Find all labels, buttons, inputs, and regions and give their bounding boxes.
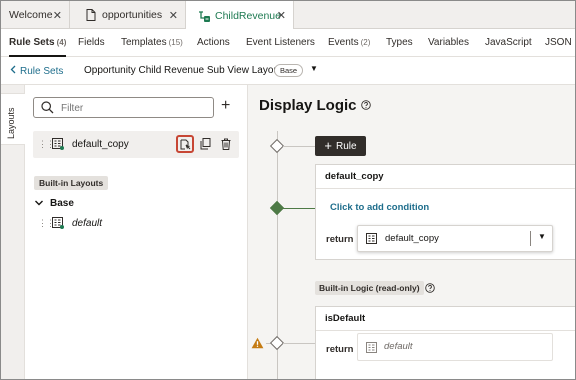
flow-node-diamond xyxy=(269,138,285,154)
layout-name: default_copy xyxy=(72,139,129,150)
rule-card-title: default_copy xyxy=(316,165,575,189)
display-logic-canvas: Display Logic + Rule default_copy Click … xyxy=(248,85,575,379)
flow-node-diamond xyxy=(269,335,285,351)
builtin-logic-badge: Built-in Logic (read-only) xyxy=(315,281,424,295)
subnav-fields[interactable]: Fields xyxy=(78,29,105,57)
return-layout-select[interactable]: default_copy ▼ xyxy=(357,225,553,252)
subnav-label: Fields xyxy=(78,37,105,48)
rule-button-label: Rule xyxy=(336,140,357,152)
layout-row-default-copy[interactable]: ⋮⋮ default_copy xyxy=(33,131,239,158)
subnav-javascript[interactable]: JavaScript xyxy=(485,29,532,57)
subnav-rule-sets[interactable]: Rule Sets (4) xyxy=(9,29,67,57)
editor-subnav: Rule Sets (4) Fields Templates (15) Action… xyxy=(1,29,575,57)
flow-node-diamond-active xyxy=(269,200,285,216)
plus-icon: + xyxy=(324,138,332,153)
select-value: default_copy xyxy=(385,233,439,244)
page-heading: Display Logic xyxy=(259,97,357,114)
divider xyxy=(530,231,531,246)
section-heading: Display Logic xyxy=(259,97,371,114)
layout-icon xyxy=(52,138,64,153)
chevron-down-icon[interactable]: ▼ xyxy=(310,64,318,73)
edit-layout-button[interactable] xyxy=(176,135,194,153)
layouts-panel: + ⋮⋮ default_copy Built-in Layouts Base xyxy=(25,85,248,379)
subnav-label: Templates xyxy=(121,37,167,48)
trash-icon xyxy=(221,138,231,150)
help-icon[interactable] xyxy=(425,283,435,296)
tab-label: opportunities xyxy=(102,9,163,21)
chevron-left-icon xyxy=(10,65,16,77)
breadcrumb: Rule Sets Opportunity Child Revenue Sub … xyxy=(1,57,575,85)
close-icon[interactable]: ✕ xyxy=(169,9,178,22)
subnav-label: JSON xyxy=(545,37,572,48)
layout-icon xyxy=(52,217,64,232)
editor-tab-bar: Welcome ✕ opportunities ✕ ChildRevenue ✕ xyxy=(1,1,575,30)
subnav-count: (2) xyxy=(360,38,371,47)
page-title: Opportunity Child Revenue Sub View Layou… xyxy=(84,65,282,76)
subnav-label: JavaScript xyxy=(485,37,532,48)
readonly-value: default xyxy=(384,341,413,352)
layout-icon xyxy=(366,342,377,356)
close-icon[interactable]: ✕ xyxy=(53,9,62,22)
subnav-event-listeners[interactable]: Event Listeners xyxy=(246,29,315,57)
subnav-label: Variables xyxy=(428,37,469,48)
subnav-events[interactable]: Events (2) xyxy=(328,29,370,57)
layout-row-default[interactable]: ⋮⋮ default xyxy=(33,213,239,235)
subnav-label: Event Listeners xyxy=(246,37,315,48)
flow-connector xyxy=(283,146,315,147)
rail-tab-label: Layouts xyxy=(6,107,16,139)
tab-welcome[interactable]: Welcome ✕ xyxy=(1,1,70,29)
subnav-label: Types xyxy=(386,37,413,48)
subnav-json[interactable]: JSON xyxy=(545,29,572,57)
subnav-types[interactable]: Types xyxy=(386,29,413,57)
tab-opportunities[interactable]: opportunities ✕ xyxy=(70,1,186,29)
file-icon xyxy=(86,9,96,21)
flow-connector xyxy=(283,343,315,344)
add-rule-button[interactable]: + Rule xyxy=(315,136,366,156)
add-layout-button[interactable]: + xyxy=(221,96,230,116)
delete-layout-button[interactable] xyxy=(217,135,235,153)
left-rail: Layouts xyxy=(1,85,25,379)
return-label: return xyxy=(326,344,354,355)
subnav-templates[interactable]: Templates (15) xyxy=(121,29,183,57)
builtin-card-title: isDefault xyxy=(316,307,575,331)
subnav-variables[interactable]: Variables xyxy=(428,29,469,57)
layout-name: default xyxy=(72,218,103,229)
close-icon[interactable]: ✕ xyxy=(277,9,286,22)
back-to-rule-sets-link[interactable]: Rule Sets xyxy=(10,65,63,77)
filter-field[interactable] xyxy=(33,97,214,118)
subnav-actions[interactable]: Actions xyxy=(197,29,230,57)
group-label: Base xyxy=(50,198,74,209)
return-label: return xyxy=(326,234,354,245)
builtin-layouts-heading: Built-in Layouts xyxy=(34,176,109,190)
back-link-label: Rule Sets xyxy=(20,65,64,77)
add-condition-link[interactable]: Click to add condition xyxy=(330,202,429,213)
chevron-down-icon xyxy=(35,198,43,209)
warning-icon[interactable] xyxy=(251,337,264,352)
layout-flow-icon xyxy=(197,9,211,23)
status-badge: Base xyxy=(274,64,304,77)
subnav-label: Actions xyxy=(197,37,230,48)
rule-card[interactable]: default_copy Click to add condition retu… xyxy=(315,164,575,260)
app-window: Welcome ✕ opportunities ✕ ChildRevenue ✕… xyxy=(0,0,576,380)
help-icon[interactable] xyxy=(360,97,371,114)
builtin-logic-card: isDefault return default xyxy=(315,306,575,379)
layout-icon xyxy=(366,233,377,247)
group-base-toggle[interactable]: Base xyxy=(35,198,74,209)
chevron-down-icon[interactable]: ▼ xyxy=(538,232,546,241)
tab-label: Welcome xyxy=(9,9,53,21)
subnav-count: (15) xyxy=(168,38,183,47)
filter-input[interactable] xyxy=(61,101,201,115)
tab-label: ChildRevenue xyxy=(215,9,281,22)
subnav-label: Rule Sets xyxy=(9,37,55,48)
tab-childrevenue[interactable]: ChildRevenue ✕ xyxy=(186,1,294,30)
edit-page-icon xyxy=(180,139,190,149)
subnav-count: (4) xyxy=(56,38,67,47)
return-readonly-value: default xyxy=(357,333,553,361)
subnav-label: Events xyxy=(328,37,359,48)
duplicate-layout-button[interactable] xyxy=(196,135,214,153)
copy-icon xyxy=(200,138,210,150)
flow-connector-active xyxy=(283,208,315,209)
search-icon xyxy=(41,101,54,117)
